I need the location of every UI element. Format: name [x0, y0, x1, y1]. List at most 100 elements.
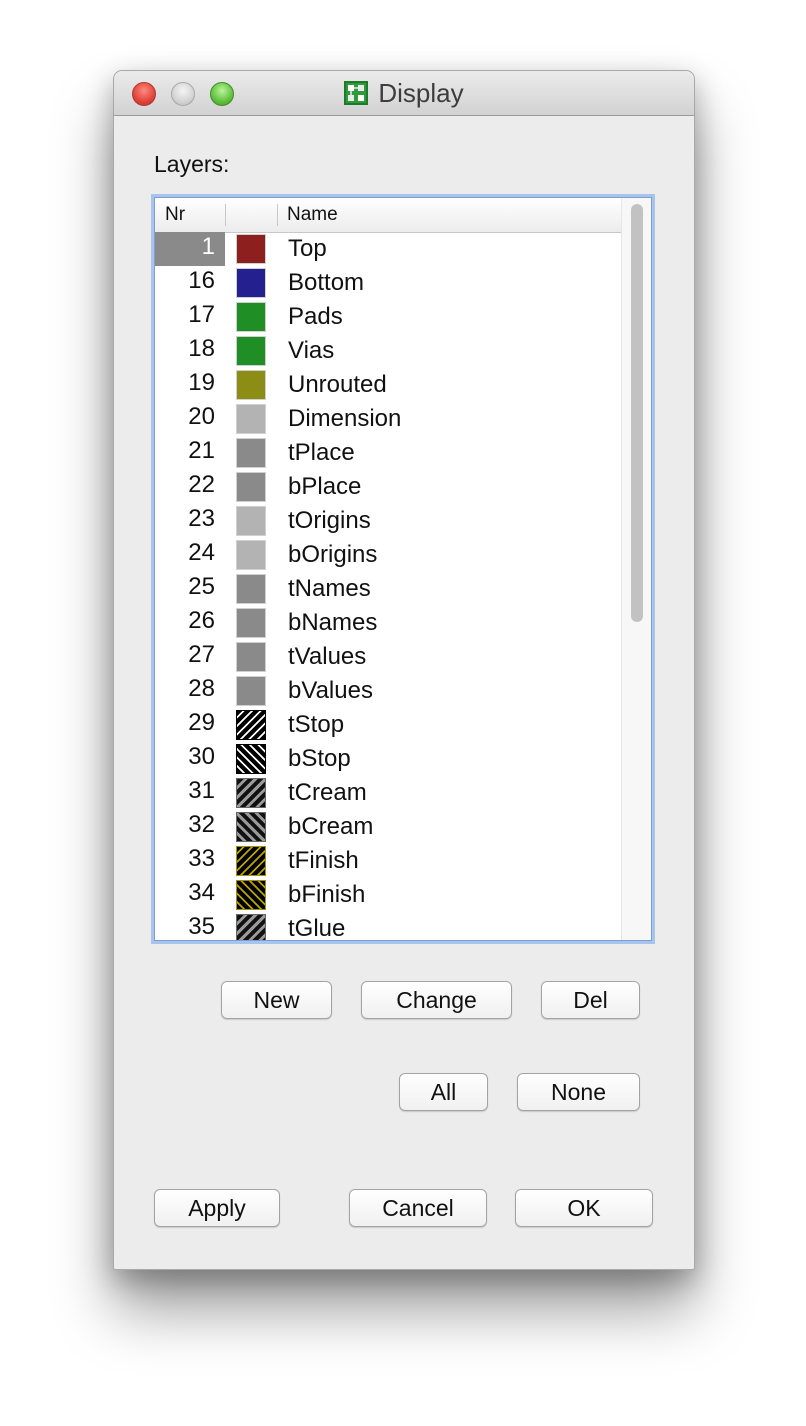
layer-number: 30 [188, 743, 215, 770]
layer-rows: 1 Top 16 Bottom 17 Pads 18 Vias 19 Unrouted 20 Dime… [155, 232, 621, 940]
header-divider [277, 204, 278, 226]
layer-number: 21 [188, 437, 215, 464]
layer-row[interactable]: 19 Unrouted [155, 368, 621, 402]
layer-color-swatch [236, 846, 266, 876]
layer-number: 19 [188, 369, 215, 396]
all-button[interactable]: All [399, 1073, 488, 1111]
header-divider [225, 204, 226, 226]
layer-row[interactable]: 25 tNames [155, 572, 621, 606]
layer-color-swatch [236, 812, 266, 842]
layer-color-swatch [236, 268, 266, 298]
layer-number: 22 [188, 471, 215, 498]
layer-number: 28 [188, 675, 215, 702]
layer-name: Unrouted [288, 371, 387, 398]
layer-color-swatch [236, 540, 266, 570]
layer-row[interactable]: 26 bNames [155, 606, 621, 640]
layer-number: 26 [188, 607, 215, 634]
layer-name: tFinish [288, 847, 359, 874]
none-button[interactable]: None [517, 1073, 640, 1111]
layer-row[interactable]: 33 tFinish [155, 844, 621, 878]
cancel-button[interactable]: Cancel [349, 1189, 487, 1227]
layer-color-swatch [236, 370, 266, 400]
layer-color-swatch [236, 744, 266, 774]
layer-number: 27 [188, 641, 215, 668]
window-title: Display [378, 77, 464, 108]
layer-number: 25 [188, 573, 215, 600]
layer-color-swatch [236, 574, 266, 604]
layer-color-swatch [236, 880, 266, 910]
layer-number: 34 [188, 879, 215, 906]
scrollbar-thumb[interactable] [631, 204, 643, 622]
layer-row[interactable]: 18 Vias [155, 334, 621, 368]
layer-row[interactable]: 27 tValues [155, 640, 621, 674]
layer-name: tPlace [288, 439, 355, 466]
del-button[interactable]: Del [541, 981, 640, 1019]
layer-row[interactable]: 1 Top [155, 232, 621, 266]
layer-name: tCream [288, 779, 367, 806]
layer-row[interactable]: 20 Dimension [155, 402, 621, 436]
layer-color-swatch [236, 778, 266, 808]
layer-color-swatch [236, 234, 266, 264]
layer-row[interactable]: 17 Pads [155, 300, 621, 334]
window-title-group: Display [114, 71, 694, 115]
layer-number: 33 [188, 845, 215, 872]
layers-list[interactable]: Nr Name 1 Top 16 Bottom 17 Pads 18 Vias 19 Unrout… [154, 197, 652, 941]
layer-color-swatch [236, 438, 266, 468]
new-button[interactable]: New [221, 981, 332, 1019]
layer-number: 31 [188, 777, 215, 804]
layer-color-swatch [236, 506, 266, 536]
layer-number: 29 [188, 709, 215, 736]
scrollbar-track[interactable] [621, 198, 651, 940]
layer-number: 1 [155, 232, 225, 266]
layer-name: tStop [288, 711, 345, 738]
layer-number: 17 [188, 301, 215, 328]
layer-row[interactable]: 31 tCream [155, 776, 621, 810]
layer-color-swatch [236, 642, 266, 672]
layer-row[interactable]: 22 bPlace [155, 470, 621, 504]
layer-name: bPlace [288, 473, 362, 500]
list-header: Nr Name [155, 198, 621, 233]
layer-row[interactable]: 30 bStop [155, 742, 621, 776]
layer-name: Bottom [288, 269, 365, 296]
layer-row[interactable]: 28 bValues [155, 674, 621, 708]
change-button[interactable]: Change [361, 981, 512, 1019]
ok-button[interactable]: OK [515, 1189, 653, 1227]
layer-row[interactable]: 35 tGlue [155, 912, 621, 940]
layer-row[interactable]: 21 tPlace [155, 436, 621, 470]
layer-name: bValues [288, 677, 373, 704]
apply-button[interactable]: Apply [154, 1189, 280, 1227]
layer-row[interactable]: 16 Bottom [155, 266, 621, 300]
layer-name: Top [288, 235, 327, 262]
layer-name: bNames [288, 609, 378, 636]
layer-color-swatch [236, 710, 266, 740]
layer-name: tOrigins [288, 507, 371, 534]
layer-row[interactable]: 34 bFinish [155, 878, 621, 912]
layer-color-swatch [236, 404, 266, 434]
board-icon [344, 81, 369, 105]
layer-name: Pads [288, 303, 343, 330]
layer-name: bFinish [288, 881, 366, 908]
header-name[interactable]: Name [287, 198, 338, 232]
layer-color-swatch [236, 336, 266, 366]
layer-color-swatch [236, 302, 266, 332]
layer-number: 23 [188, 505, 215, 532]
layer-color-swatch [236, 608, 266, 638]
layer-row[interactable]: 29 tStop [155, 708, 621, 742]
layer-number: 16 [188, 267, 215, 294]
layer-row[interactable]: 32 bCream [155, 810, 621, 844]
layer-number: 32 [188, 811, 215, 838]
layer-number: 20 [188, 403, 215, 430]
layer-name: bOrigins [288, 541, 378, 568]
layer-row[interactable]: 24 bOrigins [155, 538, 621, 572]
header-nr[interactable]: Nr [165, 198, 185, 232]
layer-name: bStop [288, 745, 351, 772]
layer-name: Vias [288, 337, 335, 364]
layer-row[interactable]: 23 tOrigins [155, 504, 621, 538]
title-bar: Display [114, 71, 694, 116]
layer-name: tValues [288, 643, 367, 670]
layer-name: tNames [288, 575, 371, 602]
layer-color-swatch [236, 914, 266, 940]
layer-color-swatch [236, 676, 266, 706]
layer-name: Dimension [288, 405, 402, 432]
layer-number: 18 [188, 335, 215, 362]
